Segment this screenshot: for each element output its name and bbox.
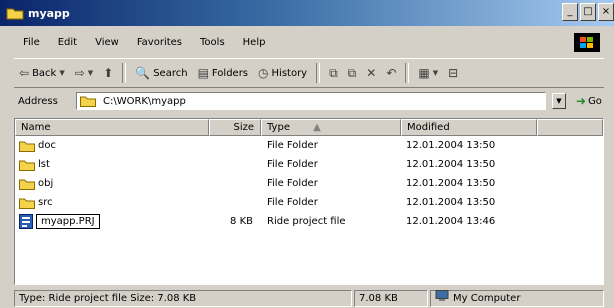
up-folder-button[interactable]: ⬆ (98, 62, 118, 84)
column-header-size[interactable]: Size (209, 119, 261, 136)
file-type: File Folder (267, 159, 318, 170)
chevron-down-icon: ▼ (59, 69, 65, 77)
history-button[interactable]: ◷ History (253, 62, 312, 84)
column-header-filler (537, 119, 603, 136)
move-to-icon: ⧉ (329, 65, 338, 80)
list-item[interactable]: obj File Folder 12.01.2004 13:50 (15, 174, 603, 193)
address-bar: Address C:\WORK\myapp ▼ ➜ Go (14, 90, 604, 112)
folders-icon: ▤ (197, 66, 209, 80)
status-zone: My Computer (430, 290, 604, 307)
list-item[interactable]: myapp.PRJ 8 KB Ride project file 12.01.2… (15, 212, 603, 231)
file-type: Ride project file (267, 216, 346, 227)
status-zone-label: My Computer (453, 293, 521, 304)
copy-to-button[interactable]: ⧉ (343, 62, 362, 84)
chevron-down-icon: ▼ (432, 69, 439, 77)
address-label: Address (18, 95, 58, 107)
column-header-type[interactable]: Type ▲ (261, 119, 401, 136)
toolbar-separator (122, 63, 127, 83)
map-drive-icon: ⊟ (448, 66, 459, 80)
menu-edit[interactable]: Edit (49, 37, 86, 48)
menu-view[interactable]: View (86, 37, 128, 48)
forward-button[interactable]: ⇨ ▼ (70, 62, 98, 84)
folders-label: Folders (211, 67, 249, 79)
status-bar: Type: Ride project file Size: 7.08 KB 7.… (14, 289, 604, 308)
menu-help[interactable]: Help (234, 37, 275, 48)
maximize-button[interactable]: □ (580, 3, 596, 21)
forward-arrow-icon: ⇨ (74, 66, 85, 80)
search-button[interactable]: 🔍 Search (130, 62, 192, 84)
file-modified: 12.01.2004 13:50 (406, 159, 496, 170)
folder-icon (19, 159, 35, 171)
file-size: 8 KB (230, 216, 253, 227)
go-label: Go (588, 95, 602, 107)
views-button[interactable]: ▦ ▼ (413, 62, 443, 84)
history-label: History (271, 67, 308, 79)
status-info: Type: Ride project file Size: 7.08 KB (14, 290, 352, 307)
search-icon: 🔍 (135, 66, 151, 80)
chevron-down-icon: ▼ (87, 69, 94, 77)
back-label: Back (32, 67, 57, 79)
address-input[interactable]: C:\WORK\myapp (76, 92, 546, 110)
up-folder-icon: ⬆ (103, 66, 114, 80)
go-button[interactable]: ➜ Go (576, 94, 602, 108)
toolbar-separator (405, 63, 410, 83)
windows-logo-icon (574, 33, 600, 52)
file-list[interactable]: Name Size Type ▲ Modified doc File Folde… (14, 118, 604, 285)
minimize-button[interactable]: _ (562, 3, 578, 21)
folder-icon (19, 197, 35, 209)
delete-icon: ✕ (366, 66, 377, 80)
go-arrow-icon: ➜ (576, 94, 587, 108)
menu-favorites[interactable]: Favorites (128, 37, 191, 48)
column-header-modified[interactable]: Modified (401, 119, 537, 136)
file-modified: 12.01.2004 13:50 (406, 178, 496, 189)
file-name: src (38, 197, 53, 208)
views-icon: ▦ (418, 66, 430, 80)
file-modified: 12.01.2004 13:50 (406, 140, 496, 151)
folders-button[interactable]: ▤ Folders (193, 62, 253, 84)
file-name: doc (38, 140, 56, 151)
menu-file[interactable]: File (14, 37, 49, 48)
move-to-button[interactable]: ⧉ (324, 62, 343, 84)
folder-icon (6, 6, 24, 20)
file-type: File Folder (267, 197, 318, 208)
standard-toolbar: ⇦ Back ▼ ⇨ ▼ ⬆ 🔍 Search ▤ Folders ◷ Hist… (14, 58, 604, 88)
file-name: obj (38, 178, 54, 189)
project-file-icon (19, 214, 33, 229)
back-arrow-icon: ⇦ (19, 66, 30, 80)
my-computer-icon (435, 290, 449, 307)
sort-ascending-icon: ▲ (313, 122, 321, 133)
undo-button[interactable]: ↶ (381, 62, 401, 84)
file-name: lst (38, 159, 50, 170)
folder-icon (19, 140, 35, 152)
rename-input[interactable]: myapp.PRJ (36, 214, 100, 229)
undo-icon: ↶ (386, 66, 397, 80)
column-header-row: Name Size Type ▲ Modified (15, 119, 603, 136)
folder-icon (80, 95, 96, 107)
history-icon: ◷ (258, 66, 269, 80)
column-header-type-label: Type (267, 122, 290, 133)
menu-bar: File Edit View Favorites Tools Help (0, 30, 614, 54)
file-modified: 12.01.2004 13:46 (406, 216, 496, 227)
close-button[interactable]: × (598, 3, 614, 21)
list-item[interactable]: doc File Folder 12.01.2004 13:50 (15, 136, 603, 155)
file-type: File Folder (267, 140, 318, 151)
title-bar[interactable]: myapp _ □ × (0, 0, 614, 26)
copy-to-icon: ⧉ (347, 65, 357, 80)
file-type: File Folder (267, 178, 318, 189)
back-button[interactable]: ⇦ Back ▼ (14, 62, 70, 84)
file-modified: 12.01.2004 13:50 (406, 197, 496, 208)
status-size: 7.08 KB (354, 290, 428, 307)
map-drive-button[interactable]: ⊟ (443, 62, 463, 84)
address-dropdown-button[interactable]: ▼ (552, 93, 566, 109)
list-item[interactable]: src File Folder 12.01.2004 13:50 (15, 193, 603, 212)
search-label: Search (153, 67, 188, 79)
address-path: C:\WORK\myapp (103, 95, 186, 107)
menu-tools[interactable]: Tools (191, 37, 234, 48)
toolbar-separator (316, 63, 321, 83)
folder-icon (19, 178, 35, 190)
column-header-name[interactable]: Name (15, 119, 209, 136)
window-title: myapp (28, 6, 70, 20)
delete-button[interactable]: ✕ (361, 62, 381, 84)
list-item[interactable]: lst File Folder 12.01.2004 13:50 (15, 155, 603, 174)
